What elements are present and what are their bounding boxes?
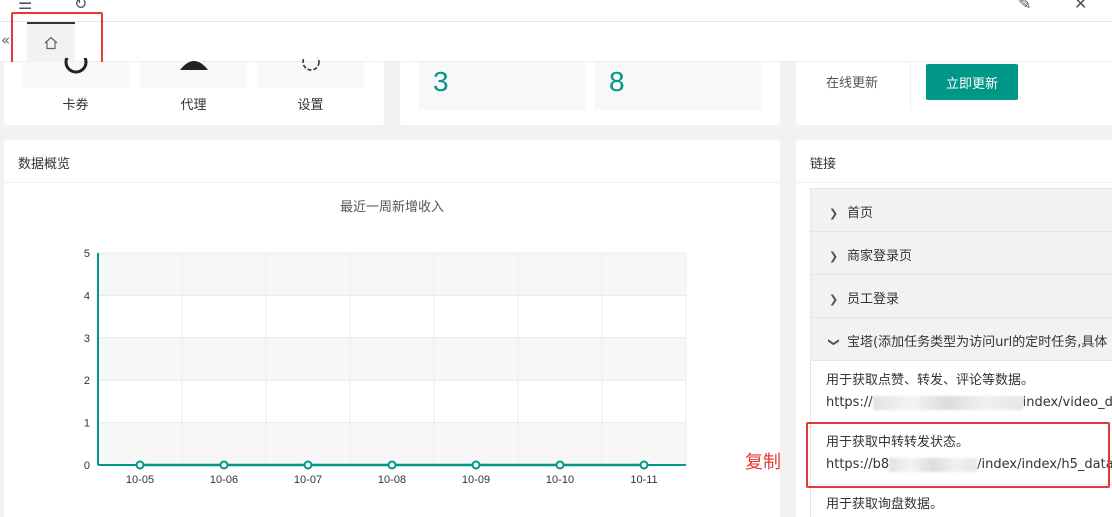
data-point [387,460,397,470]
entry-desc: 用于获取点赞、转发、评论等数据。 [826,373,1035,388]
x-tick-label: 10-11 [630,474,657,486]
redacted-url [872,395,1023,410]
y-tick-label: 0 [84,460,90,472]
y-tick-label: 4 [84,290,90,302]
entry-desc: 用于获取中转转发状态。 [826,435,970,450]
data-point [219,460,229,470]
y-tick-label: 2 [84,375,90,387]
fullscreen-icon[interactable]: ✕ [1074,0,1087,13]
link-item-merchant-login[interactable]: ❯ 商家登录页 [811,232,1112,275]
shortcut-label: 卡券 [62,98,89,113]
top-bar: ☰ ↻ ✎ ✕ [0,0,1112,22]
link-label: 首页 [847,206,874,221]
x-tick-label: 10-05 [126,474,154,486]
stats-card: 3 8 [400,62,780,125]
links-title: 链接 [796,140,1112,183]
link-entry[interactable]: 用于获取询盘数据。 [811,485,1112,517]
x-tick-label: 10-07 [294,474,322,486]
tab-scroll-left-icon[interactable]: « [1,31,10,49]
link-body: 用于获取点赞、转发、评论等数据。 https://index/video_da … [811,361,1112,517]
stat-tile[interactable]: 8 [595,62,761,110]
refresh-icon[interactable]: ↻ [74,0,87,13]
home-icon [44,36,58,50]
chevron-right-icon: ❯ [829,293,839,306]
stat-tile[interactable]: 3 [419,62,585,110]
y-tick-label: 5 [84,248,90,260]
card-icon [64,58,87,74]
link-item-home[interactable]: ❯ 首页 [811,189,1112,232]
y-tick-label: 3 [84,333,90,345]
links-card: 链接 ❯ 首页 ❯ 商家登录页 ❯ 员工登录 ❯ 宝塔(添加任务类型为访问url的定时任… [796,140,1112,517]
link-entry[interactable]: 用于获取中转转发状态。 https://b8/index/index/h5_da… [811,423,1112,485]
update-now-button[interactable]: 立即更新 [926,64,1018,100]
x-tick-label: 10-06 [210,474,238,486]
x-tick-label: 10-08 [378,474,406,486]
shortcut-card[interactable] [22,58,129,88]
grid-band [98,422,686,465]
shortcut-settings[interactable] [257,58,364,88]
y-tick-label: 1 [84,418,90,430]
gear-icon [301,58,320,71]
update-label: 在线更新 [826,76,879,91]
entry-url-suffix: index/video_da [1022,395,1112,410]
data-point [471,460,481,470]
shortcut-label: 代理 [180,98,207,113]
entry-url-suffix: /index/index/h5_data [977,457,1112,472]
entry-url-prefix: https:// [826,395,873,410]
link-label: 商家登录页 [847,249,913,264]
chevron-down-icon: ❯ [827,337,841,347]
links-accordion: ❯ 首页 ❯ 商家登录页 ❯ 员工登录 ❯ 宝塔(添加任务类型为访问url的定时任务,具… [810,188,1112,517]
data-point [303,460,313,470]
entry-url-prefix: https://b8 [826,457,890,472]
shortcut-agent[interactable] [140,61,247,88]
stat-value: 8 [609,66,625,97]
data-point [135,460,145,470]
data-point [555,460,565,470]
stat-value: 3 [433,66,449,97]
link-entry[interactable]: 用于获取点赞、转发、评论等数据。 https:// index/video_da [811,361,1112,423]
x-tick-label: 10-09 [462,474,490,486]
agent-icon [179,61,208,70]
overview-card: 数据概览 最近一周新增收入 0 1 2 3 4 5 10-05 10-06 10-07 10-08… [4,140,780,517]
data-point [639,460,649,470]
grid-band [98,337,686,381]
income-line-chart: 0 1 2 3 4 5 10-05 10-06 10-07 10-08 10-09 10-10 10-1… [84,248,687,486]
grid-band [98,253,686,296]
link-label: 宝塔(添加任务类型为访问url的定时任务,具体 [847,335,1108,350]
tab-home[interactable] [27,22,75,62]
tab-bar: « [0,22,1112,62]
menu-icon[interactable]: ☰ [18,0,32,13]
chevron-right-icon: ❯ [829,207,839,220]
shortcut-label: 设置 [297,98,324,113]
divider [910,62,911,110]
shortcuts-card: 卡券 代理 设置 [4,58,384,125]
theme-icon[interactable]: ✎ [1018,0,1031,13]
link-item-baota[interactable]: ❯ 宝塔(添加任务类型为访问url的定时任务,具体 [811,318,1112,361]
link-item-staff-login[interactable]: ❯ 员工登录 [811,275,1112,318]
link-label: 员工登录 [847,292,900,307]
chevron-right-icon: ❯ [829,250,839,263]
copy-annotation: 复制 [745,452,781,473]
entry-desc: 用于获取询盘数据。 [826,497,944,512]
redacted-url [889,457,978,472]
update-card: 在线更新 立即更新 [796,62,1112,125]
x-tick-label: 10-10 [546,474,574,486]
